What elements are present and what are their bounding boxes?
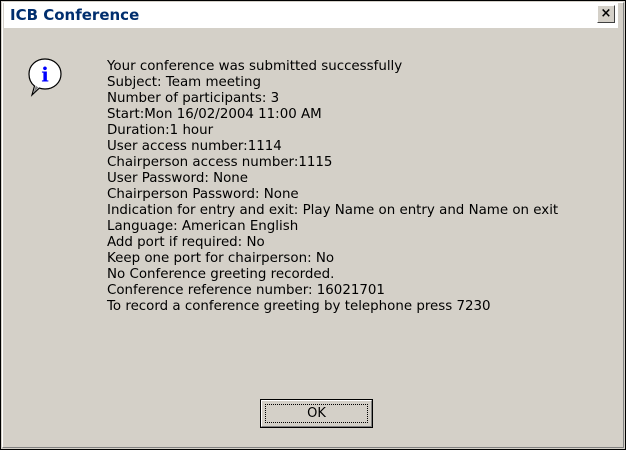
close-button[interactable]: × [597, 5, 615, 23]
message-line: Conference reference number: 16021701 [107, 283, 385, 298]
message-line: Start:Mon 16/02/2004 11:00 AM [107, 107, 322, 122]
message-line: Language: American English [107, 219, 299, 234]
ok-button-label: OK [307, 406, 326, 421]
message-line: User Password: None [107, 171, 249, 186]
close-icon: × [600, 6, 612, 21]
title-bar[interactable]: ICB Conference × [4, 3, 618, 28]
information-glyph: i [41, 63, 49, 87]
message-line: Chairperson Password: None [107, 187, 299, 202]
message-line: Add port if required: No [107, 235, 265, 250]
message-line: Number of participants: 3 [107, 91, 280, 106]
message-line: User access number:1114 [107, 139, 282, 154]
message-line: Duration:1 hour [107, 123, 214, 138]
message-line: Chairperson access number:1115 [107, 155, 333, 170]
dialog-title: ICB Conference [10, 6, 140, 24]
ok-button[interactable]: OK [260, 399, 373, 428]
message-line: Your conference was submitted successful… [107, 59, 403, 74]
message-line: Keep one port for chairperson: No [107, 251, 335, 266]
message-dialog: ICB Conference × i Your conference was s… [0, 0, 626, 450]
message-line: To record a conference greeting by telep… [107, 299, 491, 314]
message-text: Your conference was submitted successful… [107, 59, 558, 315]
message-line: Subject: Team meeting [107, 75, 261, 90]
information-icon: i [28, 58, 62, 97]
message-line: Indication for entry and exit: Play Name… [107, 203, 559, 218]
message-line: No Conference greeting recorded. [107, 267, 335, 282]
